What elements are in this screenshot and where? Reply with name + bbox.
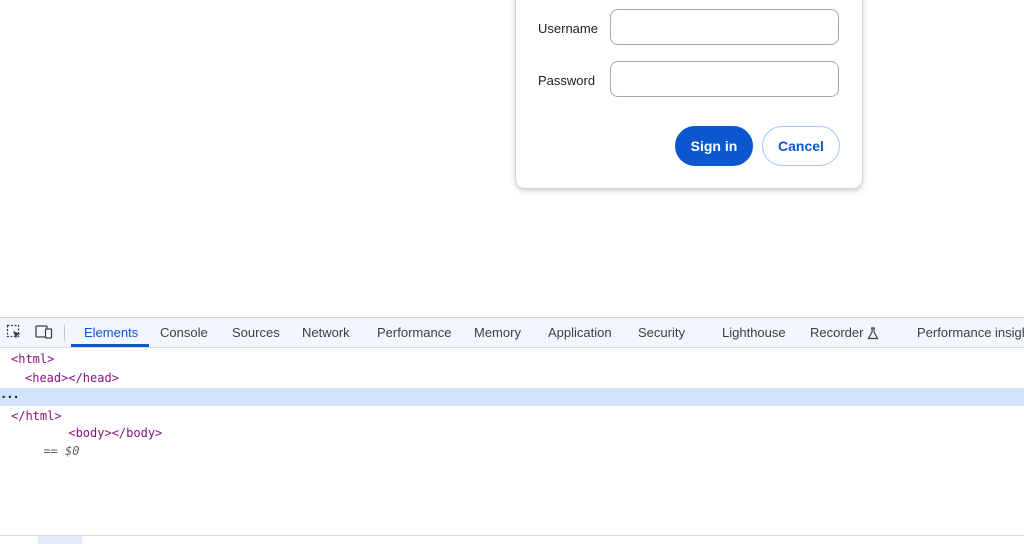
- tab-lighthouse[interactable]: Lighthouse: [722, 318, 786, 347]
- sign-in-dialog: Username Password Sign in Cancel: [515, 0, 863, 189]
- html-close-tag: </html>: [11, 409, 62, 423]
- node-actions-icon[interactable]: ···: [0, 388, 20, 406]
- device-toolbar-icon[interactable]: [35, 323, 53, 341]
- body-tag: <body></body>: [68, 426, 163, 440]
- dom-node-html[interactable]: <html>: [0, 350, 1024, 368]
- devtools-tab-bar: Elements Console Sources Network Perform…: [0, 318, 1024, 348]
- tab-elements[interactable]: Elements: [84, 318, 138, 347]
- dom-node-html-close[interactable]: </html>: [0, 407, 1024, 425]
- tab-sources[interactable]: Sources: [232, 318, 280, 347]
- dom-node-head[interactable]: <head></head>: [0, 369, 1024, 387]
- tab-memory[interactable]: Memory: [474, 318, 521, 347]
- inspect-element-icon[interactable]: [5, 323, 23, 341]
- html-open-tag: <html>: [11, 352, 55, 366]
- password-input[interactable]: [610, 61, 839, 97]
- active-tab-indicator: [71, 344, 149, 347]
- tab-performance-insights[interactable]: Performance insights: [917, 318, 1024, 347]
- tab-recorder[interactable]: Recorder: [810, 318, 879, 347]
- tab-application[interactable]: Application: [548, 318, 612, 347]
- username-input[interactable]: [610, 9, 839, 45]
- sign-in-button[interactable]: Sign in: [675, 126, 753, 166]
- tab-console[interactable]: Console: [160, 318, 208, 347]
- tab-network[interactable]: Network: [302, 318, 350, 347]
- tab-security[interactable]: Security: [638, 318, 685, 347]
- tab-performance[interactable]: Performance: [377, 318, 451, 347]
- tab-recorder-label: Recorder: [810, 325, 864, 340]
- flask-icon: [867, 327, 879, 340]
- cancel-button[interactable]: Cancel: [762, 126, 840, 166]
- page-viewport: Username Password Sign in Cancel: [0, 0, 1024, 317]
- devtools-panel: Elements Console Sources Network Perform…: [0, 317, 1024, 544]
- username-label: Username: [538, 21, 598, 36]
- toolbar-divider: [64, 324, 65, 341]
- dom-node-body[interactable]: ··· <body></body> == $0: [0, 388, 1024, 458]
- password-label: Password: [538, 73, 596, 88]
- head-tag: <head></head>: [25, 371, 119, 385]
- selected-node-marker: == $0: [43, 444, 80, 458]
